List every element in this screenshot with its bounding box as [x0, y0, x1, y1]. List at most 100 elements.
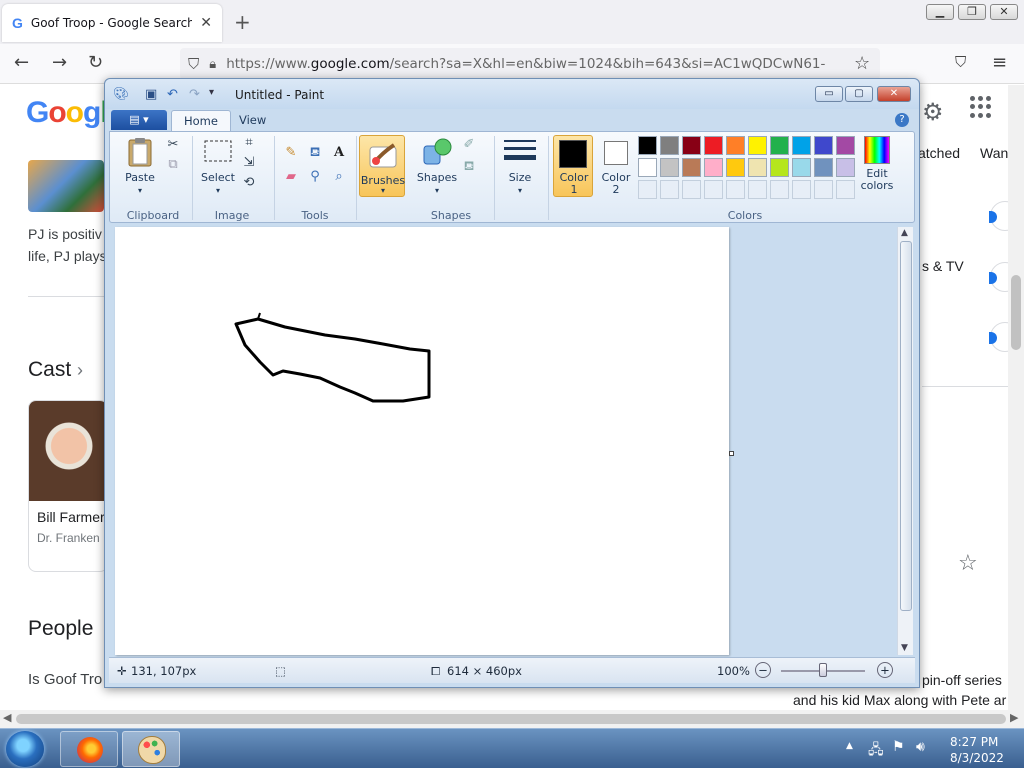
palette-empty-slot[interactable]: [660, 180, 679, 199]
pencil-icon[interactable]: ✎: [282, 144, 300, 162]
canvas-vertical-scrollbar[interactable]: ▲ ▼: [897, 227, 913, 655]
palette-swatch[interactable]: [726, 136, 745, 155]
save-icon[interactable]: ▣: [145, 87, 157, 102]
resize-icon[interactable]: ⇲: [240, 154, 258, 172]
reload-icon[interactable]: ↻: [88, 52, 103, 73]
palette-swatch[interactable]: [770, 158, 789, 177]
color2-button[interactable]: Color 2: [596, 136, 636, 198]
palette-swatch[interactable]: [792, 136, 811, 155]
paint-maximize-button[interactable]: ▢: [845, 86, 873, 102]
palette-empty-slot[interactable]: [726, 180, 745, 199]
palette-swatch[interactable]: [748, 158, 767, 177]
bookmark-star-icon[interactable]: ☆: [854, 53, 870, 74]
paint-minimize-button[interactable]: ▭: [815, 86, 843, 102]
crop-icon[interactable]: ⌗: [240, 134, 258, 152]
paint-app-icon[interactable]: 🎨︎: [113, 87, 130, 102]
zoom-in-button[interactable]: +: [877, 662, 893, 678]
new-tab-button[interactable]: +: [234, 10, 251, 34]
rotate-icon[interactable]: ⟲: [240, 174, 258, 192]
taskbar-paint-button[interactable]: [122, 731, 180, 767]
palette-swatch[interactable]: [660, 158, 679, 177]
palette-empty-slot[interactable]: [792, 180, 811, 199]
tab-view[interactable]: View: [227, 110, 278, 131]
cast-heading[interactable]: Cast ›: [28, 358, 83, 382]
palette-empty-slot[interactable]: [814, 180, 833, 199]
brushes-button[interactable]: Brushes ▾: [359, 135, 405, 197]
people-question[interactable]: Is Goof Tro: [28, 671, 102, 688]
shield-icon[interactable]: ⛉: [188, 55, 199, 73]
url-bar[interactable]: ⛉ 🔒︎ https://www.google.com/search?sa=X&…: [180, 48, 880, 80]
want-label[interactable]: Wan: [980, 145, 1008, 161]
palette-swatch[interactable]: [792, 158, 811, 177]
palette-swatch[interactable]: [748, 136, 767, 155]
browser-minimize-button[interactable]: ▁: [926, 4, 954, 20]
paint-window[interactable]: 🎨︎ ▣ ↶ ↷ ▾ Untitled - Paint ▭ ▢ ✕ ▤ ▾ Ho…: [104, 78, 920, 688]
clock-date[interactable]: 8/3/2022: [950, 751, 1004, 765]
palette-swatch[interactable]: [726, 158, 745, 177]
palette-empty-slot[interactable]: [682, 180, 701, 199]
size-button[interactable]: Size ▾: [500, 136, 540, 197]
start-button[interactable]: [6, 731, 44, 767]
palette-swatch[interactable]: [638, 136, 657, 155]
palette-empty-slot[interactable]: [704, 180, 723, 199]
magnifier-icon[interactable]: ⌕: [330, 168, 348, 186]
back-arrow-icon[interactable]: ←: [14, 52, 29, 73]
fill-bucket-icon[interactable]: ⛾: [306, 144, 324, 162]
palette-empty-slot[interactable]: [770, 180, 789, 199]
palette-empty-slot[interactable]: [748, 180, 767, 199]
cut-icon[interactable]: ✂: [164, 136, 182, 154]
color-picker-icon[interactable]: ⚲: [306, 168, 324, 186]
action-center-flag-icon[interactable]: ⚑: [892, 739, 905, 755]
undo-icon[interactable]: ↶: [167, 87, 178, 102]
menu-icon[interactable]: ≡: [992, 52, 1007, 73]
browser-tab[interactable]: G Goof Troop - Google Search ✕: [2, 4, 222, 42]
zoom-out-button[interactable]: −: [755, 662, 771, 678]
color1-button[interactable]: Color 1: [553, 135, 593, 197]
paste-button[interactable]: Paste ▾: [120, 136, 160, 197]
palette-swatch[interactable]: [814, 158, 833, 177]
browser-close-button[interactable]: ✕: [990, 4, 1018, 20]
drawing-canvas[interactable]: [115, 227, 729, 655]
page-vertical-scrollbar[interactable]: [1008, 85, 1024, 710]
rating-star-icon[interactable]: ☆: [958, 551, 978, 576]
fill-icon[interactable]: ⛾: [460, 158, 478, 176]
redo-icon[interactable]: ↷: [189, 87, 200, 102]
help-icon[interactable]: ?: [895, 113, 909, 127]
forward-arrow-icon[interactable]: →: [52, 52, 67, 73]
paint-file-menu-button[interactable]: ▤ ▾: [111, 110, 167, 130]
quick-access-dropdown-icon[interactable]: ▾: [209, 87, 214, 98]
palette-swatch[interactable]: [704, 158, 723, 177]
palette-swatch[interactable]: [814, 136, 833, 155]
eraser-icon[interactable]: ▰: [282, 168, 300, 186]
google-logo[interactable]: Googl: [26, 96, 109, 130]
palette-swatch[interactable]: [704, 136, 723, 155]
cast-card[interactable]: Bill Farmer Dr. Franken: [28, 400, 108, 572]
palette-swatch[interactable]: [770, 136, 789, 155]
settings-gear-icon[interactable]: ⚙: [922, 98, 944, 126]
volume-icon[interactable]: 🔊︎: [916, 739, 925, 755]
tab-home[interactable]: Home: [171, 110, 231, 131]
select-button[interactable]: Select ▾: [198, 136, 238, 197]
palette-swatch[interactable]: [638, 158, 657, 177]
canvas-resize-handle[interactable]: [729, 451, 734, 456]
edit-colors-button[interactable]: Edit colors: [852, 136, 902, 192]
palette-swatch[interactable]: [682, 158, 701, 177]
page-horizontal-scrollbar[interactable]: ◀ ▶: [0, 710, 1024, 728]
pocket-icon[interactable]: ⛉: [955, 53, 966, 71]
shapes-button[interactable]: Shapes ▾: [414, 136, 460, 197]
clock-time[interactable]: 8:27 PM: [950, 735, 998, 749]
watched-label[interactable]: atched: [918, 145, 960, 161]
tab-close-icon[interactable]: ✕: [200, 15, 212, 31]
zoom-slider-thumb[interactable]: [819, 663, 827, 677]
palette-swatch[interactable]: [682, 136, 701, 155]
taskbar-firefox-button[interactable]: [60, 731, 118, 767]
paint-titlebar[interactable]: 🎨︎ ▣ ↶ ↷ ▾ Untitled - Paint ▭ ▢ ✕: [105, 79, 919, 109]
palette-empty-slot[interactable]: [638, 180, 657, 199]
palette-swatch[interactable]: [660, 136, 679, 155]
network-icon[interactable]: 🖧︎: [868, 739, 884, 763]
paint-close-button[interactable]: ✕: [877, 86, 911, 102]
text-tool-icon[interactable]: A: [330, 144, 348, 162]
outline-icon[interactable]: ✐: [460, 136, 478, 154]
lock-icon[interactable]: 🔒︎: [209, 57, 216, 72]
tray-arrow-icon[interactable]: ▲: [846, 741, 853, 751]
